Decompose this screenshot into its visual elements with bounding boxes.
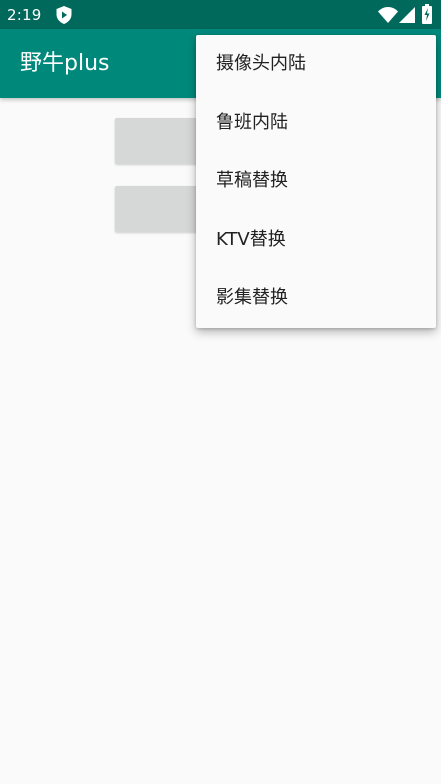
menu-item-luban-inland[interactable]: 鲁班内陆: [196, 94, 436, 153]
status-bar: 2:19: [0, 0, 441, 29]
shield-icon: [56, 6, 72, 24]
battery-charging-icon: [422, 4, 432, 24]
overflow-menu: 摄像头内陆 鲁班内陆 草稿替换 KTV替换 影集替换: [196, 35, 436, 328]
menu-item-ktv-replace[interactable]: KTV替换: [196, 211, 436, 270]
app-title: 野牛plus: [20, 51, 110, 76]
cell-signal-icon: [399, 7, 415, 23]
wifi-icon: [378, 7, 398, 23]
menu-item-draft-replace[interactable]: 草稿替换: [196, 152, 436, 211]
status-time: 2:19: [7, 6, 42, 24]
menu-item-album-replace[interactable]: 影集替换: [196, 269, 436, 328]
menu-item-camera-inland[interactable]: 摄像头内陆: [196, 35, 436, 94]
